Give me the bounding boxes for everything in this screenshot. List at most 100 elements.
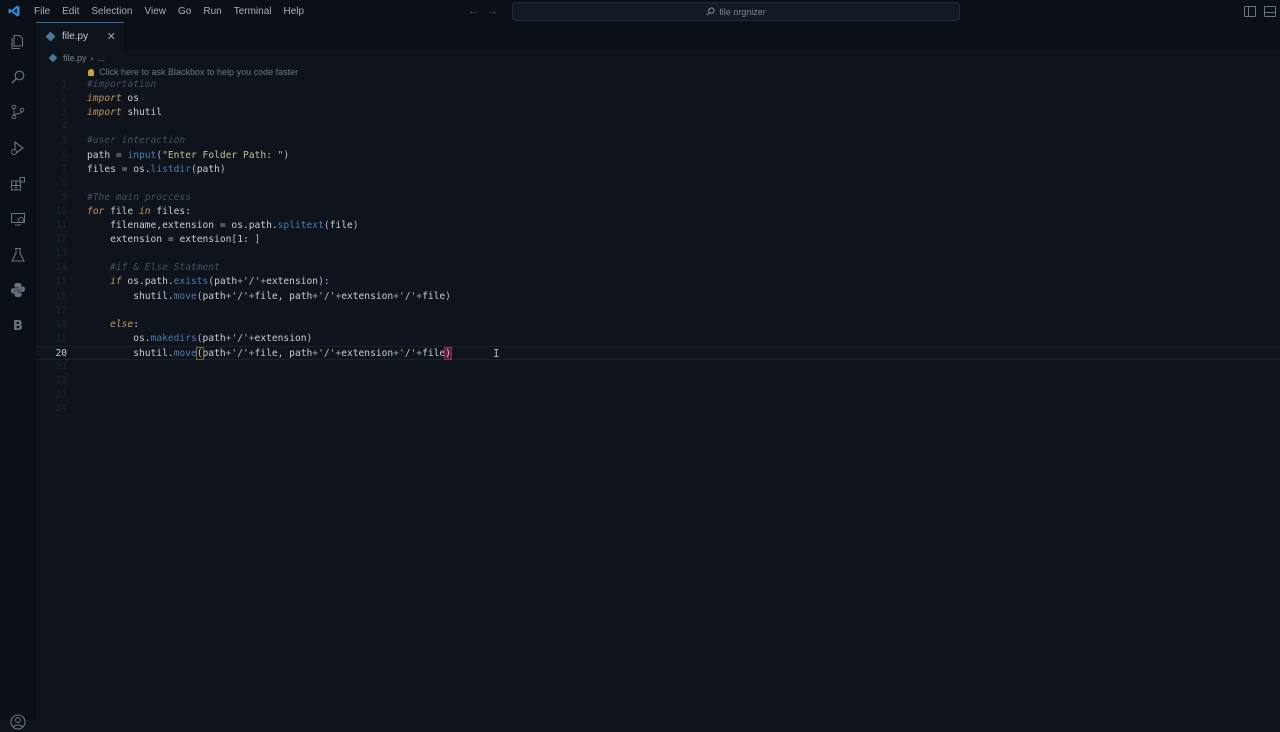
lightbulb-icon <box>88 68 94 76</box>
code-token: path <box>202 347 226 359</box>
code-text: shutil.move(path+'/'+file, path+'/'+exte… <box>87 346 452 361</box>
code-line[interactable]: 22 <box>36 374 1280 388</box>
code-token: = <box>121 163 134 175</box>
line-number: 11 <box>55 220 67 231</box>
run-debug-icon[interactable] <box>8 138 28 158</box>
close-icon[interactable]: ✕ <box>107 30 116 43</box>
explorer-icon[interactable] <box>8 32 28 52</box>
breadcrumb-more[interactable]: ... <box>98 53 106 63</box>
code-line[interactable]: 12 extension = extension[1: ] <box>36 233 1280 247</box>
code-text: import shutil <box>87 106 162 120</box>
code-line[interactable]: 24 <box>36 402 1280 416</box>
code-token: '/' <box>398 290 417 302</box>
python-file-icon <box>48 53 58 63</box>
code-line[interactable]: 15 if os.path.exists(path+'/'+extension)… <box>36 275 1280 289</box>
code-token: path <box>202 290 226 302</box>
breadcrumb-file[interactable]: file.py <box>63 53 87 63</box>
line-number: 9 <box>61 191 67 203</box>
remote-explorer-icon[interactable] <box>8 209 28 229</box>
code-token: ] <box>254 234 261 246</box>
menu-help[interactable]: Help <box>278 0 311 22</box>
code-token: extension <box>179 234 232 246</box>
code-line[interactable]: 11 filename,extension = os.path.splitext… <box>36 219 1280 233</box>
code-text: #user interaction <box>87 134 185 148</box>
line-number: 3 <box>61 107 67 119</box>
blackbox-icon[interactable]: B <box>8 316 28 336</box>
toggle-panel-icon[interactable] <box>1264 5 1276 17</box>
line-number: 23 <box>55 389 67 401</box>
code-line[interactable]: 13 <box>36 247 1280 261</box>
menu-go[interactable]: Go <box>172 0 197 22</box>
code-line[interactable]: 8 <box>36 177 1280 191</box>
code-text: shutil.move(path+'/'+file, path+'/'+exte… <box>87 290 451 304</box>
code-line[interactable]: 3 import shutil <box>36 106 1280 120</box>
code-line[interactable]: 10 for file in files: <box>36 205 1280 219</box>
tab-file-py[interactable]: file.py ✕ <box>36 22 124 50</box>
code-token: files: <box>150 205 191 217</box>
code-token: '/' <box>318 347 336 359</box>
code-text: else: <box>87 318 139 332</box>
code-token: ) <box>219 163 226 175</box>
code-token: = <box>219 220 232 231</box>
command-center-search[interactable]: file orgnizer <box>512 2 960 21</box>
code-token: makedirs <box>150 332 197 344</box>
line-number: 8 <box>61 177 67 189</box>
code-line[interactable]: 23 <box>36 388 1280 402</box>
code-token: ) <box>283 149 290 161</box>
code-line[interactable]: 19 os.makedirs(path+'/'+extension) <box>36 332 1280 346</box>
menu-run[interactable]: Run <box>197 0 227 22</box>
menu-selection[interactable]: Selection <box>85 0 138 22</box>
code-line[interactable]: 16 shutil.move(path+'/'+file, path+'/'+e… <box>36 290 1280 304</box>
code-editor[interactable]: 1 #importation 2 import os 3 import shutil 4 5 #… <box>36 78 1280 418</box>
code-line[interactable]: 17 <box>36 304 1280 318</box>
line-number: 19 <box>55 332 67 344</box>
menu-bar: File Edit Selection View Go Run Terminal Help <box>28 0 310 22</box>
toggle-primary-sidebar-icon[interactable] <box>1244 5 1256 17</box>
code-line[interactable]: 18 else: <box>36 318 1280 332</box>
menu-terminal[interactable]: Terminal <box>228 0 278 22</box>
line-number: 17 <box>55 304 67 316</box>
code-line[interactable]: 5 #user interaction <box>36 134 1280 148</box>
testing-icon[interactable] <box>8 245 28 265</box>
code-line[interactable]: 21 <box>36 360 1280 374</box>
code-token: splitext <box>277 220 324 231</box>
code-line[interactable]: 4 <box>36 120 1280 134</box>
code-token: os. <box>133 163 151 175</box>
search-icon <box>706 7 715 16</box>
code-token: path <box>202 332 226 344</box>
menu-file[interactable]: File <box>28 0 56 22</box>
code-token: '/' <box>231 347 249 359</box>
menu-edit[interactable]: Edit <box>56 0 85 22</box>
source-control-icon[interactable] <box>8 102 28 122</box>
code-token: '/' <box>231 290 249 302</box>
python-icon[interactable] <box>8 280 28 300</box>
back-arrow-icon[interactable]: ← <box>468 5 479 17</box>
code-line[interactable]: 14 #if & Else Statment <box>36 261 1280 275</box>
account-icon[interactable] <box>8 712 28 732</box>
code-token: extension <box>87 234 168 246</box>
line-number: 7 <box>61 163 67 175</box>
text-cursor-icon: I <box>493 347 500 360</box>
blackbox-hint[interactable]: Click here to ask Blackbox to help you c… <box>88 66 298 78</box>
code-token: in <box>138 205 151 217</box>
line-number: 5 <box>61 135 67 147</box>
code-line[interactable]: 7 files = os.listdir(path) <box>36 163 1280 177</box>
code-text: import os <box>87 92 139 106</box>
code-token: #The main proccess <box>87 191 191 203</box>
code-line[interactable]: 9 #The main proccess <box>36 191 1280 205</box>
code-token: file <box>422 347 446 359</box>
code-token: = <box>167 234 180 246</box>
forward-arrow-icon[interactable]: → <box>487 5 498 17</box>
search-icon[interactable] <box>8 67 28 87</box>
code-token: import <box>87 93 122 105</box>
line-number: 24 <box>55 403 67 415</box>
menu-view[interactable]: View <box>139 0 173 22</box>
code-token: extension <box>266 276 319 288</box>
code-line[interactable]: 2 import os <box>36 92 1280 106</box>
code-line[interactable]: 20 shutil.move(path+'/'+file, path+'/'+e… <box>36 345 1280 361</box>
code-line[interactable]: 6 path = input("Enter Folder Path: ") <box>36 149 1280 163</box>
code-text: for file in files: <box>87 205 191 219</box>
line-number: 18 <box>55 318 67 330</box>
code-line[interactable]: 1 #importation <box>36 78 1280 92</box>
extensions-icon[interactable] <box>8 174 28 194</box>
